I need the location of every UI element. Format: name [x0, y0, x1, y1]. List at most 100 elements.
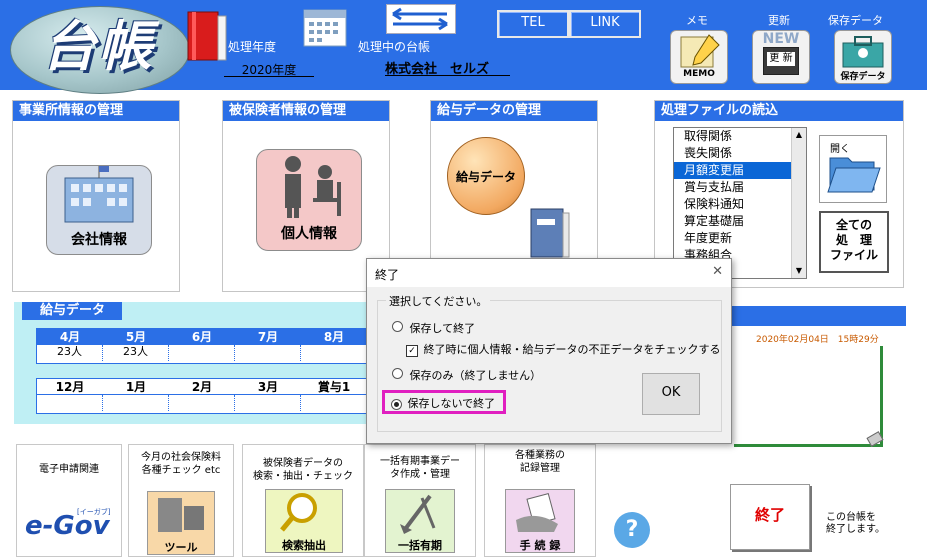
- bulk-button[interactable]: 一括有期: [385, 489, 455, 553]
- file-listbox[interactable]: 取得関係 喪失関係 月額変更届 賞与支払届 保険料通知 算定基礎届 年度更新 事…: [673, 127, 807, 279]
- file-item-4[interactable]: 保険料通知: [674, 196, 806, 213]
- listbox-scrollbar[interactable]: ▲ ▼: [791, 128, 806, 278]
- tools-button[interactable]: ツール: [147, 491, 215, 555]
- shovel-icon: [400, 494, 436, 534]
- new-badge: NEW: [762, 31, 800, 47]
- all-label-1: 全ての: [835, 218, 872, 232]
- close-icon[interactable]: ✕: [712, 264, 723, 279]
- tools-icon: [158, 498, 204, 532]
- personal-info-button[interactable]: 個人情報: [256, 149, 362, 251]
- tools-caption: 今月の社会保険料 各種チェック etc: [141, 452, 221, 476]
- records-button[interactable]: 手 続 録: [505, 489, 575, 553]
- personal-info-label: 個人情報: [281, 226, 337, 242]
- exit-button[interactable]: 終了: [730, 484, 810, 550]
- memo-button[interactable]: MEMO: [670, 30, 728, 84]
- salary-data-section: 給与データ 4月 5月 6月 7月 8月 23人 23人 12月 1月 2月 3…: [14, 302, 384, 424]
- month-header[interactable]: 2月: [169, 379, 235, 395]
- search-caption: 被保険者データの 検索・抽出・チェック: [253, 458, 353, 482]
- radio-save-only[interactable]: 保存のみ（終了しません）: [392, 367, 541, 383]
- open-file-button[interactable]: 開く: [819, 135, 887, 203]
- search-tile[interactable]: 被保険者データの 検索・抽出・チェック 検索抽出: [242, 444, 364, 557]
- records-label: 手 続 録: [519, 539, 561, 552]
- month-header[interactable]: 7月: [235, 329, 301, 345]
- swap-ledger-button[interactable]: [386, 4, 456, 34]
- open-label: 開く: [830, 144, 850, 155]
- radio-no-save-exit-button[interactable]: [391, 398, 402, 410]
- office-panel-title: 事業所情報の管理: [13, 101, 179, 121]
- ledger-book-icon: [186, 8, 230, 62]
- ok-button[interactable]: OK: [642, 373, 700, 415]
- exit-label: 終了: [754, 506, 785, 524]
- search-extract-button[interactable]: 検索抽出: [265, 489, 343, 553]
- month-header[interactable]: 12月: [37, 379, 103, 395]
- app-logo: 台帳: [42, 15, 154, 78]
- tools-tile[interactable]: 今月の社会保険料 各種チェック etc ツール: [128, 444, 234, 557]
- scroll-up-arrow-icon[interactable]: ▲: [792, 128, 806, 142]
- month-header[interactable]: 6月: [169, 329, 235, 345]
- month-header[interactable]: 賞与1: [301, 379, 367, 395]
- save-data-button[interactable]: 保存データ: [834, 30, 892, 84]
- salary-data-tab: 給与データ: [22, 302, 122, 320]
- dialog-group: 選択してください。 保存して終了 ✓ 終了時に個人情報・給与データの不正データを…: [377, 293, 722, 432]
- salary-data-button[interactable]: 給与データ: [447, 137, 525, 215]
- month-header[interactable]: 3月: [235, 379, 301, 395]
- swap-arrows-icon: [392, 7, 448, 31]
- memo-textarea[interactable]: [734, 346, 883, 447]
- salary-grid-row2: 12月 1月 2月 3月 賞与1: [36, 378, 378, 414]
- file-item-0[interactable]: 取得関係: [674, 128, 806, 145]
- company-text: 株式会社 セルズ: [385, 62, 490, 77]
- save-caption: 保存データ: [828, 14, 883, 27]
- radio-save-only-label: 保存のみ（終了しません）: [409, 369, 542, 382]
- month-count: [235, 345, 301, 361]
- month-header[interactable]: 4月: [37, 329, 103, 345]
- records-tile[interactable]: 各種業務の 記録管理 手 続 録: [484, 444, 596, 557]
- binder-icon: [530, 208, 570, 258]
- memo-caption: メモ: [686, 14, 708, 27]
- update-button[interactable]: NEW 更 新: [752, 30, 810, 84]
- exit-area: 終了 この台帳を 終了します。: [700, 470, 910, 555]
- all-label-2: 処 理: [835, 233, 872, 247]
- egov-tile[interactable]: 電子申請関連 [イーガブ] e-Gov: [16, 444, 122, 557]
- radio-save-exit[interactable]: 保存して終了: [392, 320, 475, 336]
- salary-grid-row1: 4月 5月 6月 7月 8月 23人 23人: [36, 328, 378, 364]
- help-button[interactable]: ?: [614, 512, 650, 548]
- company-name: 株式会社 セルズ: [385, 58, 510, 77]
- magnifier-icon: [280, 493, 317, 532]
- dialog-group-label: 選択してください。: [386, 293, 491, 309]
- file-item-1[interactable]: 喪失関係: [674, 145, 806, 162]
- month-header[interactable]: 5月: [103, 329, 169, 345]
- memo-panel-header: [730, 306, 906, 326]
- year-text: 2020年度: [241, 63, 297, 77]
- salary-data-title: 給与データ: [40, 303, 106, 318]
- month-count: [37, 395, 103, 411]
- file-item-2[interactable]: 月額変更届: [674, 162, 806, 179]
- radio-no-save-exit[interactable]: 保存しないで終了: [382, 390, 506, 414]
- radio-no-save-exit-label: 保存しないで終了: [407, 397, 496, 410]
- egov-caption: 電子申請関連: [39, 464, 99, 475]
- calendar-icon: [302, 8, 348, 48]
- toolbox-icon: [842, 36, 884, 68]
- all-files-button[interactable]: 全ての 処 理 ファイル: [819, 211, 889, 273]
- radio-save-exit-button[interactable]: [392, 321, 403, 332]
- tel-button[interactable]: TEL: [497, 10, 569, 38]
- file-item-5[interactable]: 算定基礎届: [674, 213, 806, 230]
- all-label-3: ファイル: [829, 248, 878, 262]
- update-label: 更 新: [767, 52, 795, 66]
- month-header[interactable]: 1月: [103, 379, 169, 395]
- bulk-caption: 一括有期事業デー タ作成・管理: [380, 456, 460, 480]
- bulk-tile[interactable]: 一括有期事業デー タ作成・管理 一括有期: [364, 444, 476, 557]
- file-item-6[interactable]: 年度更新: [674, 230, 806, 247]
- month-header[interactable]: 8月: [301, 329, 367, 345]
- records-caption: 各種業務の 記録管理: [515, 450, 565, 474]
- memo-timestamp: 2020年02月04日 15時29分: [756, 335, 879, 345]
- scroll-down-arrow-icon[interactable]: ▼: [792, 264, 806, 278]
- company-info-button[interactable]: 会社情報: [46, 165, 152, 255]
- month-count: 23人: [37, 345, 103, 361]
- check-invalid-data[interactable]: ✓ 終了時に個人情報・給与データの不正データをチェックする: [406, 341, 721, 357]
- link-button[interactable]: LINK: [569, 10, 641, 38]
- memo-label: MEMO: [683, 69, 715, 79]
- file-item-3[interactable]: 賞与支払届: [674, 179, 806, 196]
- salary-data-label: 給与データ: [455, 170, 516, 184]
- check-invalid-data-box[interactable]: ✓: [406, 345, 418, 357]
- radio-save-only-button[interactable]: [392, 368, 403, 379]
